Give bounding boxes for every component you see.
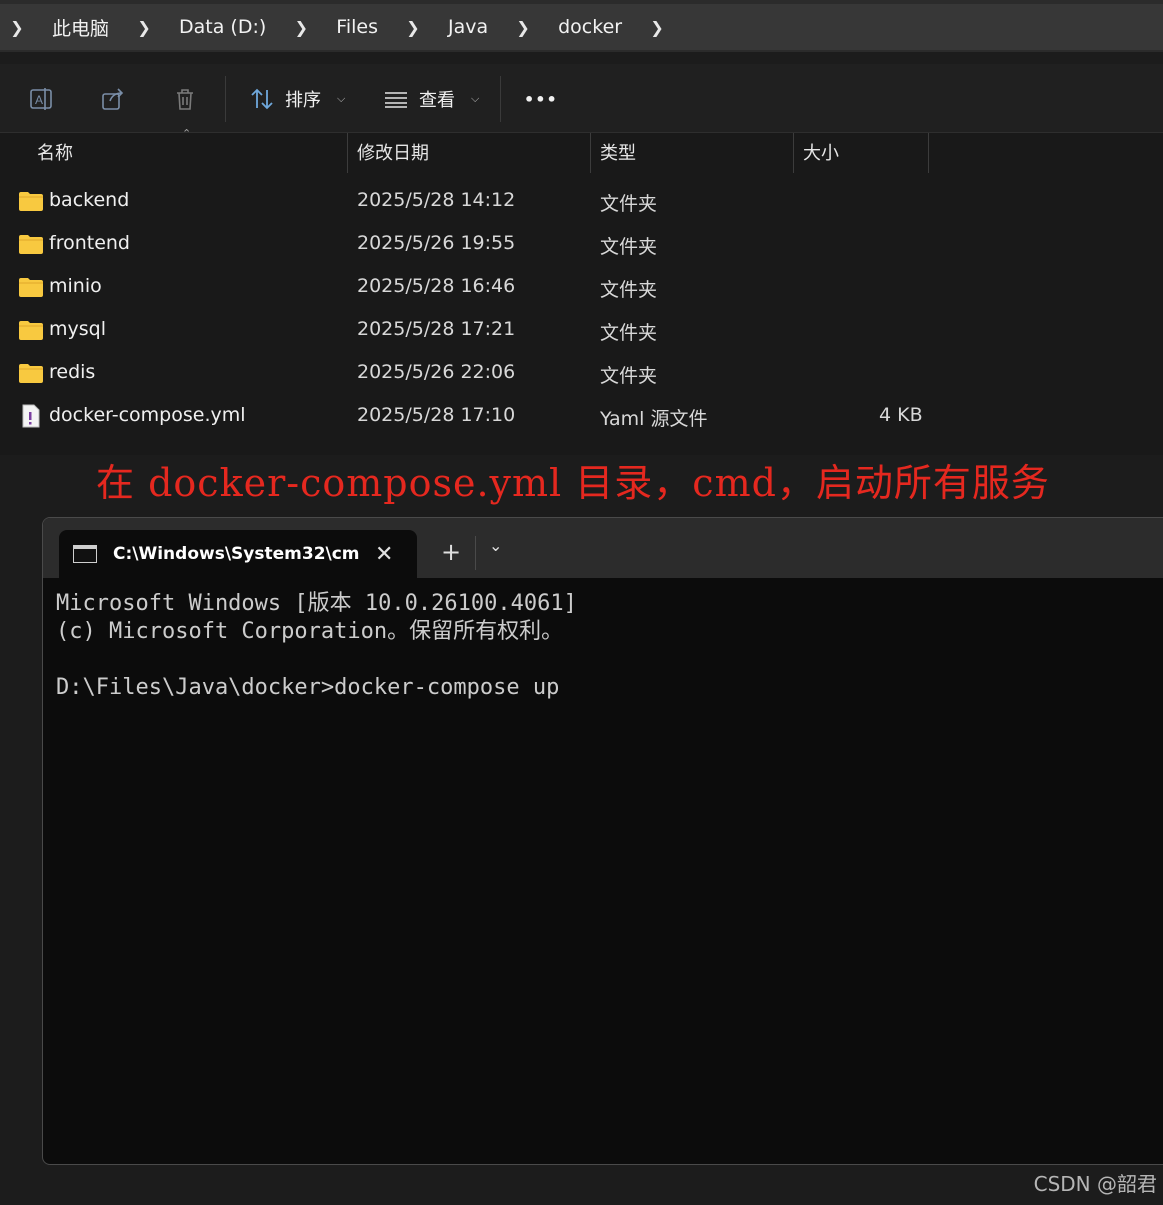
view-button[interactable]: 查看 ⌵ [383, 84, 479, 114]
folder-icon [19, 235, 43, 254]
column-headers: ⌃ 名称 修改日期 类型 大小 [0, 127, 1163, 175]
file-type: 文件夹 [600, 193, 658, 215]
file-name: docker-compose.yml [49, 404, 246, 426]
breadcrumb-this-pc[interactable]: 此电脑 [34, 14, 127, 41]
sort-ascending-icon: ⌃ [182, 127, 192, 140]
chevron-down-icon: ⌵ [337, 92, 346, 105]
file-type: 文件夹 [600, 322, 658, 344]
chevron-right-icon[interactable]: ❯ [396, 18, 430, 37]
address-bar: ❯ 此电脑 ❯ Data (D:) ❯ Files ❯ Java ❯ docke… [0, 0, 1163, 52]
sort-label: 排序 [285, 90, 321, 111]
terminal-tab-title: C:\Windows\System32\cmd.exe [113, 544, 359, 564]
chevron-right-icon[interactable]: ❯ [127, 18, 161, 37]
file-list: backend 2025/5/28 14:12 文件夹 frontend 202… [0, 180, 1163, 438]
view-label: 查看 [419, 90, 455, 111]
terminal-window[interactable]: C:\Windows\System32\cmd.exe ✕ + ⌄ Micros… [42, 517, 1163, 1165]
breadcrumb-files[interactable]: Files [318, 16, 396, 38]
trash-icon [177, 89, 193, 110]
toolbar-separator [225, 76, 226, 122]
folder-icon [19, 321, 43, 340]
tab-separator [475, 536, 476, 570]
sort-button[interactable]: 排序 ⌵ [249, 84, 345, 114]
chevron-down-icon: ⌵ [471, 92, 480, 105]
watermark: CSDN @韶君 [1033, 1172, 1157, 1196]
file-modified: 2025/5/26 19:55 [357, 232, 516, 254]
column-header-modified[interactable]: 修改日期 [357, 133, 429, 175]
console-prompt-line: D:\Files\Java\docker>docker-compose up [56, 675, 560, 700]
table-row[interactable]: mysql 2025/5/28 17:21 文件夹 [0, 309, 1163, 352]
rename-button[interactable]: A [28, 84, 54, 114]
column-divider[interactable] [347, 133, 348, 173]
file-size: 4 KB [879, 404, 923, 426]
chevron-right-icon[interactable]: ❯ [640, 18, 674, 37]
delete-button[interactable] [172, 84, 198, 114]
yaml-file-icon [22, 404, 40, 428]
column-header-size[interactable]: 大小 [803, 133, 839, 175]
file-type: Yaml 源文件 [600, 408, 708, 430]
column-header-name[interactable]: 名称 [37, 133, 73, 175]
file-modified: 2025/5/28 16:46 [357, 275, 516, 297]
breadcrumb-java[interactable]: Java [430, 16, 506, 38]
command-bar: A 排序 ⌵ 查看 ⌵ ••• [0, 64, 1163, 133]
annotation-text: 在 docker-compose.yml 目录，cmd，启动所有服务 [96, 461, 1050, 505]
table-row[interactable]: docker-compose.yml 2025/5/28 17:10 Yaml … [0, 395, 1163, 438]
rename-icon: A [30, 88, 52, 110]
file-name: minio [49, 275, 102, 297]
breadcrumb-data-drive[interactable]: Data (D:) [161, 16, 284, 38]
table-row[interactable]: redis 2025/5/26 22:06 文件夹 [0, 352, 1163, 395]
column-header-type[interactable]: 类型 [600, 133, 636, 175]
file-name: mysql [49, 318, 106, 340]
toolbar-separator [500, 76, 501, 122]
terminal-tab-bar: C:\Windows\System32\cmd.exe ✕ + ⌄ [43, 518, 1163, 578]
terminal-tab[interactable]: C:\Windows\System32\cmd.exe ✕ [59, 530, 417, 578]
table-row[interactable]: backend 2025/5/28 14:12 文件夹 [0, 180, 1163, 223]
table-row[interactable]: frontend 2025/5/26 19:55 文件夹 [0, 223, 1163, 266]
chevron-down-icon[interactable]: ⌄ [489, 536, 502, 555]
sort-icon [251, 88, 273, 110]
breadcrumb-docker[interactable]: docker [540, 16, 640, 38]
file-type: 文件夹 [600, 365, 658, 387]
column-divider[interactable] [590, 133, 591, 173]
file-type: 文件夹 [600, 236, 658, 258]
table-row[interactable]: minio 2025/5/28 16:46 文件夹 [0, 266, 1163, 309]
share-button[interactable] [100, 84, 126, 114]
chevron-right-icon[interactable]: ❯ [284, 18, 318, 37]
file-modified: 2025/5/26 22:06 [357, 361, 516, 383]
cmd-icon [73, 545, 97, 563]
column-divider[interactable] [793, 133, 794, 173]
console-line: (c) Microsoft Corporation。保留所有权利。 [56, 619, 564, 644]
folder-icon [19, 364, 43, 383]
file-modified: 2025/5/28 14:12 [357, 189, 516, 211]
file-type: 文件夹 [600, 279, 658, 301]
console-line: Microsoft Windows [版本 10.0.26100.4061] [56, 591, 577, 616]
view-icon [385, 92, 407, 108]
more-options-button[interactable]: ••• [524, 84, 558, 114]
chevron-right-icon[interactable]: ❯ [0, 18, 34, 37]
folder-icon [19, 278, 43, 297]
column-divider[interactable] [928, 133, 929, 173]
file-name: redis [49, 361, 96, 383]
close-icon[interactable]: ✕ [375, 542, 393, 567]
breadcrumb: ❯ 此电脑 ❯ Data (D:) ❯ Files ❯ Java ❯ docke… [0, 4, 1163, 50]
file-name: frontend [49, 232, 130, 254]
file-modified: 2025/5/28 17:10 [357, 404, 516, 426]
svg-text:A: A [35, 93, 43, 107]
share-icon [102, 88, 124, 110]
file-name: backend [49, 189, 130, 211]
new-tab-button[interactable]: + [441, 538, 461, 566]
folder-icon [19, 192, 43, 211]
terminal-output[interactable]: Microsoft Windows [版本 10.0.26100.4061] (c… [56, 590, 577, 702]
chevron-right-icon[interactable]: ❯ [506, 18, 540, 37]
file-modified: 2025/5/28 17:21 [357, 318, 516, 340]
